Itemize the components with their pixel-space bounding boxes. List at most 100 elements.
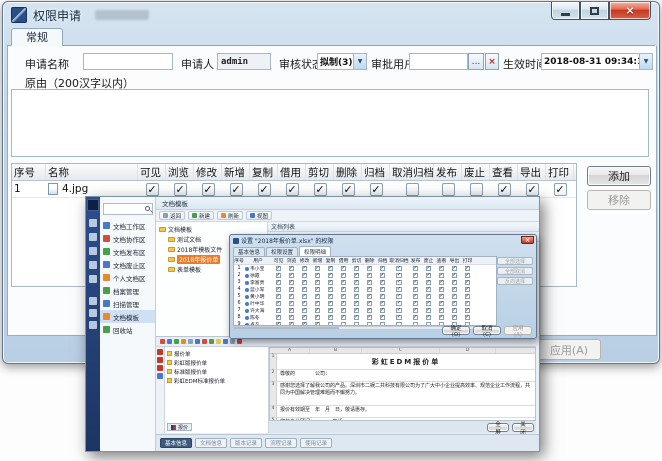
- mini-checkbox[interactable]: ✓: [289, 273, 295, 279]
- mini-checkbox[interactable]: ✓: [302, 273, 308, 279]
- sheet-list-item[interactable]: 报价单: [167, 349, 266, 358]
- mini-checkbox[interactable]: ✓: [341, 273, 347, 279]
- grid-row[interactable]: 4蓝小军✓✓✓✓✓✓✓✓✓✓✓✓✓✓✓: [234, 286, 496, 293]
- mini-checkbox[interactable]: ✓: [367, 266, 373, 272]
- status-select[interactable]: 拟制(3): [317, 53, 367, 70]
- mini-checkbox[interactable]: ✓: [302, 294, 308, 300]
- mini-checkbox[interactable]: ✓: [341, 294, 347, 300]
- mini-checkbox[interactable]: ✓: [354, 301, 360, 307]
- mini-checkbox[interactable]: ✓: [396, 287, 402, 293]
- dialog-close-button[interactable]: ×: [521, 236, 534, 244]
- preview-toolbar-icon[interactable]: [181, 339, 186, 344]
- sidebar-item[interactable]: 文档工作区: [100, 219, 155, 232]
- preview-toolbar-icon[interactable]: [188, 339, 193, 344]
- mini-checkbox[interactable]: ✓: [380, 273, 386, 279]
- select-all-button[interactable]: 反向选择: [497, 277, 533, 285]
- mini-checkbox[interactable]: ✓: [413, 273, 419, 279]
- preview-action-button[interactable]: 全屏: [487, 423, 509, 432]
- mini-checkbox[interactable]: ✓: [465, 280, 471, 286]
- nav-icon[interactable]: [89, 309, 97, 317]
- mini-checkbox[interactable]: ✓: [289, 287, 295, 293]
- spreadsheet-view[interactable]: ABCD 1彩虹EDM报价单2尊敬的 公司：3感谢您选择了解我公司的产品。深圳市…: [269, 347, 536, 421]
- mini-checkbox[interactable]: ✓: [439, 287, 445, 293]
- mini-checkbox[interactable]: ✓: [413, 301, 419, 307]
- mini-checkbox[interactable]: ✓: [452, 294, 458, 300]
- mini-checkbox[interactable]: ✓: [452, 287, 458, 293]
- minimize-button[interactable]: [551, 2, 580, 20]
- mini-checkbox[interactable]: ✓: [276, 287, 282, 293]
- mini-checkbox[interactable]: ✓: [276, 273, 282, 279]
- mini-checkbox[interactable]: ✓: [328, 266, 334, 272]
- permission-checkbox[interactable]: [470, 183, 483, 196]
- mini-checkbox[interactable]: ✓: [302, 308, 308, 314]
- approver-browse-button[interactable]: ...: [468, 53, 484, 70]
- grid-row[interactable]: 7许大海✓✓✓✓✓✓✓✓✓✓✓✓✓✓✓: [234, 307, 496, 314]
- doc-icon[interactable]: [157, 373, 163, 379]
- mini-checkbox[interactable]: ✓: [465, 301, 471, 307]
- permission-checkbox[interactable]: ✓: [146, 183, 159, 196]
- mini-checkbox[interactable]: ✓: [396, 308, 402, 314]
- preview-toolbar-icon[interactable]: [209, 339, 214, 344]
- mini-checkbox[interactable]: ✓: [341, 315, 347, 321]
- mini-checkbox[interactable]: ✓: [302, 315, 308, 321]
- mini-checkbox[interactable]: ✓: [380, 301, 386, 307]
- nav-icon[interactable]: [89, 261, 97, 269]
- mini-checkbox[interactable]: ✓: [289, 294, 295, 300]
- mini-checkbox[interactable]: ✓: [315, 280, 321, 286]
- mini-checkbox[interactable]: ✓: [452, 301, 458, 307]
- applicant-input[interactable]: [217, 53, 271, 70]
- mini-checkbox[interactable]: ✓: [328, 280, 334, 286]
- permission-checkbox[interactable]: ✓: [370, 183, 383, 196]
- mini-checkbox[interactable]: ✓: [413, 287, 419, 293]
- mini-checkbox[interactable]: ✓: [315, 266, 321, 272]
- grid-row[interactable]: 1韦小宝✓✓✓✓✓✓✓✓✓✓✓✓✓✓✓: [234, 265, 496, 272]
- mini-checkbox[interactable]: ✓: [396, 280, 402, 286]
- mini-checkbox[interactable]: ✓: [276, 294, 282, 300]
- mini-checkbox[interactable]: ✓: [413, 294, 419, 300]
- footer-pill-button[interactable]: 基本信息: [160, 438, 192, 448]
- sheet-list-item[interactable]: 彩虹EDM标准报价单: [167, 376, 266, 385]
- permission-checkbox[interactable]: ✓: [202, 183, 215, 196]
- apply-button[interactable]: 应用(A): [537, 339, 601, 360]
- preview-toolbar-icon[interactable]: [216, 339, 221, 344]
- mini-checkbox[interactable]: ✓: [354, 294, 360, 300]
- mini-checkbox[interactable]: ✓: [465, 315, 471, 321]
- sidebar-search-input[interactable]: [103, 203, 153, 215]
- mini-checkbox[interactable]: ✓: [354, 308, 360, 314]
- mini-checkbox[interactable]: ✓: [465, 287, 471, 293]
- mini-checkbox[interactable]: ✓: [426, 315, 432, 321]
- mini-checkbox[interactable]: ✓: [302, 287, 308, 293]
- mini-checkbox[interactable]: ✓: [439, 273, 445, 279]
- mini-checkbox[interactable]: ✓: [439, 301, 445, 307]
- mini-checkbox[interactable]: ✓: [439, 280, 445, 286]
- mini-checkbox[interactable]: ✓: [367, 315, 373, 321]
- mini-checkbox[interactable]: ✓: [328, 315, 334, 321]
- mini-checkbox[interactable]: ✓: [341, 301, 347, 307]
- mini-checkbox[interactable]: ✓: [367, 287, 373, 293]
- mini-checkbox[interactable]: ✓: [413, 266, 419, 272]
- permission-checkbox[interactable]: ✓: [342, 183, 355, 196]
- mini-checkbox[interactable]: ✓: [328, 273, 334, 279]
- mini-checkbox[interactable]: ✓: [302, 280, 308, 286]
- mini-checkbox[interactable]: ✓: [452, 280, 458, 286]
- mini-checkbox[interactable]: ✓: [426, 294, 432, 300]
- mini-checkbox[interactable]: ✓: [396, 294, 402, 300]
- remove-button[interactable]: 移除: [587, 190, 651, 210]
- mini-checkbox[interactable]: ✓: [465, 266, 471, 272]
- mini-checkbox[interactable]: ✓: [439, 315, 445, 321]
- mini-checkbox[interactable]: ✓: [328, 308, 334, 314]
- mini-checkbox[interactable]: ✓: [426, 266, 432, 272]
- preview-toolbar-icon[interactable]: [167, 339, 172, 344]
- mini-checkbox[interactable]: ✓: [276, 266, 282, 272]
- toolbar-button[interactable]: 刷新: [217, 211, 243, 220]
- mini-checkbox[interactable]: ✓: [276, 280, 282, 286]
- mini-checkbox[interactable]: ✓: [276, 308, 282, 314]
- mini-checkbox[interactable]: ✓: [439, 308, 445, 314]
- dialog-apply-button[interactable]: 应用(A): [504, 326, 532, 335]
- mini-checkbox[interactable]: ✓: [380, 287, 386, 293]
- sidebar-item[interactable]: 文档协作区: [100, 232, 155, 245]
- mini-checkbox[interactable]: ✓: [426, 308, 432, 314]
- sidebar-item[interactable]: 文档废止区: [100, 258, 155, 271]
- toolbar-button[interactable]: 返回: [159, 211, 185, 220]
- mini-checkbox[interactable]: ✓: [302, 266, 308, 272]
